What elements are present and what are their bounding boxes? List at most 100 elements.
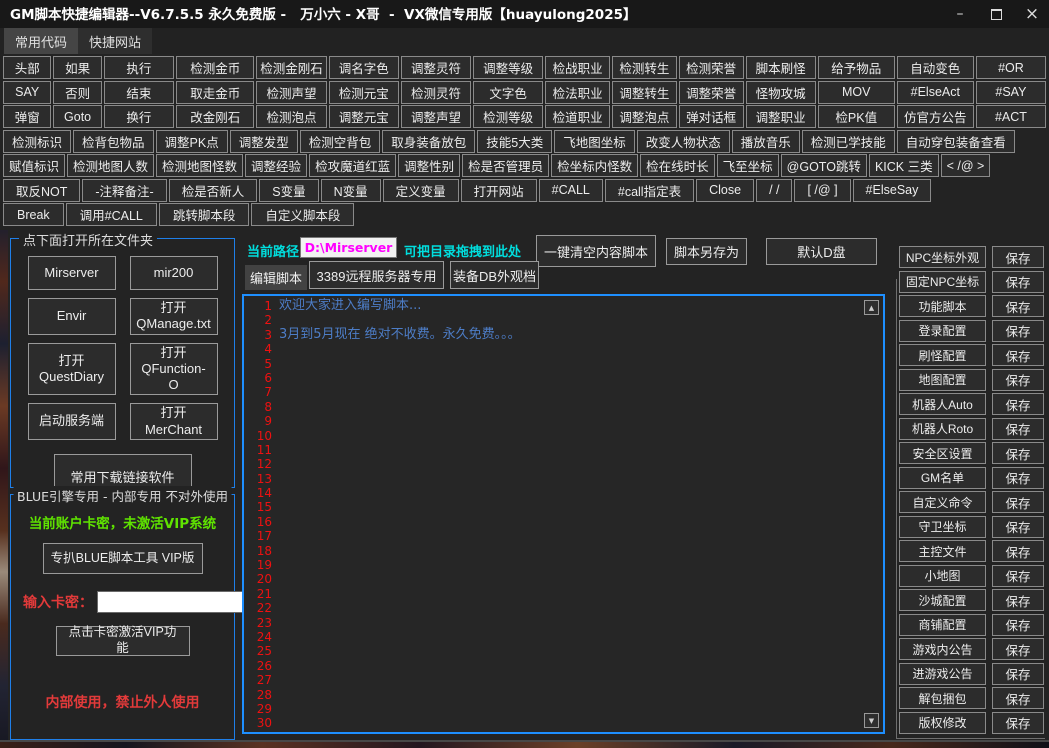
- grid-button[interactable]: 执行: [104, 56, 174, 79]
- grid-button[interactable]: #ElseSay: [853, 179, 932, 202]
- grid-button[interactable]: 调整职业: [746, 105, 816, 128]
- grid-button[interactable]: 技能5大类: [477, 130, 552, 153]
- grid-button[interactable]: 飞地图坐标: [554, 130, 635, 153]
- equip-db-button[interactable]: 装备DB外观档: [450, 261, 539, 289]
- save-button[interactable]: 保存: [992, 393, 1044, 415]
- grid-button[interactable]: #OR: [976, 56, 1046, 79]
- folder-button[interactable]: Mirserver: [28, 256, 116, 290]
- save-as-button[interactable]: 脚本另存为: [666, 238, 747, 265]
- grid-button[interactable]: 自动变色: [897, 56, 974, 79]
- grid-button[interactable]: MOV: [818, 81, 895, 104]
- grid-button[interactable]: 检是否新人: [169, 179, 258, 202]
- grid-button[interactable]: 否则: [53, 81, 101, 104]
- config-button[interactable]: 版权修改: [899, 712, 986, 734]
- grid-button[interactable]: 取身装备放包: [382, 130, 475, 153]
- script-editor[interactable]: 1 欢迎大家进入编写脚本... 2 3 3月到5月现在 绝对不收费。永久免费。。…: [242, 294, 885, 734]
- activate-vip-button[interactable]: 点击卡密激活VIP功能: [56, 626, 190, 656]
- config-button[interactable]: 登录配置: [899, 320, 986, 342]
- vip-tool-button[interactable]: 专扒BLUE脚本工具 VIP版: [43, 543, 203, 574]
- tab-edit-script[interactable]: 编辑脚本: [245, 265, 307, 290]
- grid-button[interactable]: 检测转生: [612, 56, 677, 79]
- grid-button[interactable]: 检测等级: [473, 105, 543, 128]
- grid-button[interactable]: 给予物品: [818, 56, 895, 79]
- config-button[interactable]: 自定义命令: [899, 491, 986, 513]
- config-button[interactable]: GM名单: [899, 467, 986, 489]
- menu-item-quick-sites[interactable]: 快捷网站: [78, 28, 152, 54]
- config-button[interactable]: 沙城配置: [899, 589, 986, 611]
- grid-button[interactable]: 检测已学技能: [802, 130, 895, 153]
- config-button[interactable]: 小地图: [899, 565, 986, 587]
- grid-button[interactable]: 调整荣誉: [679, 81, 744, 104]
- config-button[interactable]: 机器人Auto: [899, 393, 986, 415]
- grid-button[interactable]: 检测声望: [256, 81, 326, 104]
- grid-button[interactable]: 自定义脚本段: [251, 203, 354, 226]
- save-button[interactable]: 保存: [992, 467, 1044, 489]
- grid-button[interactable]: 文字色: [473, 81, 543, 104]
- grid-button[interactable]: N变量: [321, 179, 381, 202]
- grid-button[interactable]: 检测金币: [176, 56, 254, 79]
- grid-button[interactable]: 调整经验: [245, 154, 307, 177]
- grid-button[interactable]: 如果: [53, 56, 101, 79]
- grid-button[interactable]: 弹窗: [3, 105, 51, 128]
- config-button[interactable]: NPC坐标外观: [899, 246, 986, 268]
- grid-button[interactable]: 检测灵符: [401, 81, 471, 104]
- config-button[interactable]: 商铺配置: [899, 614, 986, 636]
- grid-button[interactable]: Break: [3, 203, 64, 226]
- grid-button[interactable]: 调整PK点: [156, 130, 228, 153]
- grid-button[interactable]: 打开网站: [461, 179, 537, 202]
- maximize-button[interactable]: [985, 3, 1007, 25]
- grid-button[interactable]: 调整元宝: [329, 105, 399, 128]
- save-button[interactable]: 保存: [992, 320, 1044, 342]
- config-button[interactable]: 固定NPC坐标: [899, 271, 986, 293]
- save-button[interactable]: 保存: [992, 442, 1044, 464]
- current-path-field[interactable]: D:\Mirserver: [300, 237, 397, 258]
- grid-button[interactable]: 检PK值: [818, 105, 895, 128]
- config-button[interactable]: 主控文件: [899, 540, 986, 562]
- save-button[interactable]: 保存: [992, 638, 1044, 660]
- folder-button[interactable]: 启动服务端: [28, 403, 116, 440]
- grid-button[interactable]: 检测地图怪数: [156, 154, 243, 177]
- config-button[interactable]: 机器人Roto: [899, 418, 986, 440]
- grid-button[interactable]: 检背包物品: [73, 130, 154, 153]
- grid-button[interactable]: #ACT: [976, 105, 1046, 128]
- save-button[interactable]: 保存: [992, 246, 1044, 268]
- grid-button[interactable]: 调名字色: [329, 56, 399, 79]
- save-button[interactable]: 保存: [992, 687, 1044, 709]
- grid-button[interactable]: / /: [756, 179, 792, 202]
- grid-button[interactable]: 自动穿包装备查看: [897, 130, 1015, 153]
- folder-button[interactable]: 打开QuestDiary: [28, 343, 116, 396]
- scroll-down-button[interactable]: ▼: [864, 713, 879, 728]
- grid-button[interactable]: #CALL: [539, 179, 603, 202]
- grid-button[interactable]: -注释备注-: [82, 179, 166, 202]
- grid-button[interactable]: 仿官方公告: [897, 105, 974, 128]
- minimize-button[interactable]: –: [949, 3, 971, 25]
- grid-button[interactable]: 头部: [3, 56, 51, 79]
- grid-button[interactable]: 飞至坐标: [717, 154, 779, 177]
- grid-button[interactable]: 结束: [104, 81, 174, 104]
- folder-button[interactable]: Envir: [28, 298, 116, 335]
- grid-button[interactable]: 改变人物状态: [637, 130, 730, 153]
- grid-button[interactable]: Goto: [53, 105, 101, 128]
- grid-button[interactable]: 检测标识: [3, 130, 71, 153]
- save-button[interactable]: 保存: [992, 271, 1044, 293]
- grid-button[interactable]: @GOTO跳转: [781, 154, 867, 177]
- save-button[interactable]: 保存: [992, 369, 1044, 391]
- grid-button[interactable]: 调整灵符: [401, 56, 471, 79]
- grid-button[interactable]: 取走金币: [176, 81, 254, 104]
- grid-button[interactable]: 怪物攻城: [746, 81, 816, 104]
- grid-button[interactable]: 调整声望: [401, 105, 471, 128]
- grid-button[interactable]: Close: [696, 179, 754, 202]
- folder-button[interactable]: 打开 QFunction-O: [130, 343, 218, 396]
- grid-button[interactable]: 检测地图人数: [67, 154, 154, 177]
- save-button[interactable]: 保存: [992, 344, 1044, 366]
- grid-button[interactable]: 跳转脚本段: [159, 203, 250, 226]
- grid-button[interactable]: KICK 三类: [869, 154, 939, 177]
- grid-button[interactable]: 取反NOT: [3, 179, 80, 202]
- folder-button[interactable]: 打开 QManage.txt: [130, 298, 218, 335]
- config-button[interactable]: 安全区设置: [899, 442, 986, 464]
- grid-button[interactable]: 检战职业: [545, 56, 610, 79]
- grid-button[interactable]: 调整发型: [230, 130, 298, 153]
- grid-button[interactable]: 赋值标识: [3, 154, 65, 177]
- folder-button[interactable]: 打开MerChant: [130, 403, 218, 440]
- grid-button[interactable]: 检测泡点: [256, 105, 326, 128]
